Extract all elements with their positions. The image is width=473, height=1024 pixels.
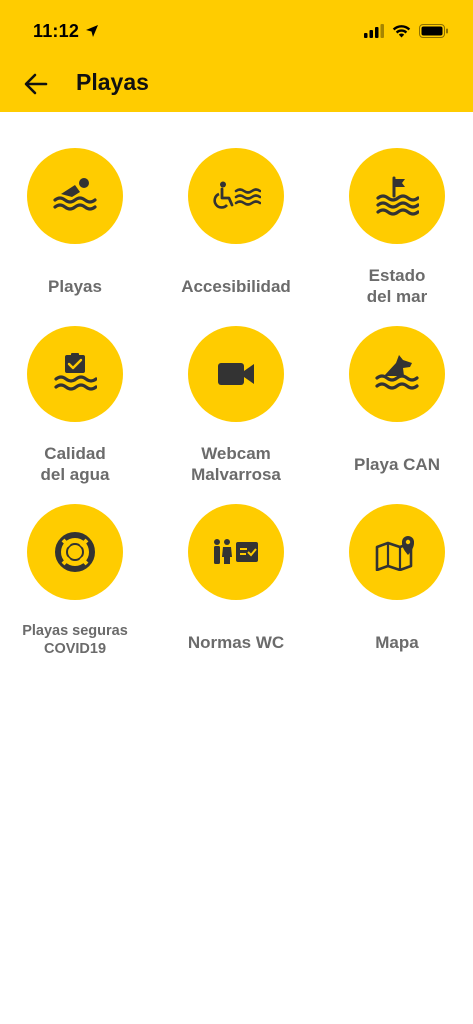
tile-label: Playa CAN: [354, 455, 440, 474]
tile-label: Accesibilidad: [181, 277, 291, 296]
status-time: 11:12: [33, 19, 99, 43]
tile-label: Playas: [48, 277, 102, 296]
tile-playas-seguras-covid19[interactable]: Playas seguras COVID19: [0, 504, 150, 674]
app-header: 11:12 Playas: [0, 0, 473, 112]
tile-playas[interactable]: Playas: [0, 148, 150, 318]
tile-circle: [349, 504, 445, 600]
tile-playa-can[interactable]: Playa CAN: [322, 326, 472, 496]
tile-circle: [349, 326, 445, 422]
tile-circle: [188, 326, 284, 422]
tile-circle: [27, 504, 123, 600]
video-camera-icon: [218, 363, 254, 385]
arrow-left-icon: [24, 73, 48, 95]
dog-waves-icon: [375, 355, 419, 390]
cellular-signal-icon: [364, 24, 384, 38]
clipboard-check-waves-icon: [54, 353, 97, 391]
tile-circle: [27, 148, 123, 244]
restroom-sign-icon: [214, 539, 258, 564]
tile-label: Playas seguras COVID19: [22, 623, 128, 657]
tile-label: Mapa: [375, 633, 419, 652]
tile-estado-del-mar[interactable]: Estado del mar: [322, 148, 472, 318]
map-pin-icon: [375, 536, 414, 571]
battery-icon: [419, 24, 448, 38]
tile-circle: [188, 504, 284, 600]
tile-label: Normas WC: [187, 633, 285, 652]
swimmer-icon: [53, 178, 97, 211]
tile-webcam-malvarrosa[interactable]: Webcam Malvarrosa: [161, 326, 311, 496]
tile-mapa[interactable]: Mapa: [322, 504, 472, 674]
tile-normas-wc[interactable]: Normas WC: [161, 504, 311, 674]
tile-label: Webcam Malvarrosa: [191, 444, 281, 484]
tile-label: Estado del mar: [366, 266, 428, 306]
flag-waves-icon: [376, 176, 419, 216]
wheelchair-waves-icon: [213, 181, 261, 209]
lifebuoy-icon: [55, 532, 95, 572]
back-button[interactable]: [18, 66, 54, 102]
tile-circle: [27, 326, 123, 422]
tile-circle: [188, 148, 284, 244]
tile-calidad-del-agua[interactable]: Calidad del agua: [0, 326, 150, 496]
status-time-text: 11:12: [33, 20, 80, 41]
location-arrow-icon: [86, 25, 99, 37]
tile-accesibilidad[interactable]: Accesibilidad: [161, 148, 311, 318]
page-title: Playas: [76, 69, 149, 95]
wifi-icon: [392, 25, 411, 38]
tile-circle: [349, 148, 445, 244]
tile-label: Calidad del agua: [40, 444, 110, 484]
status-indicators: [364, 20, 449, 42]
